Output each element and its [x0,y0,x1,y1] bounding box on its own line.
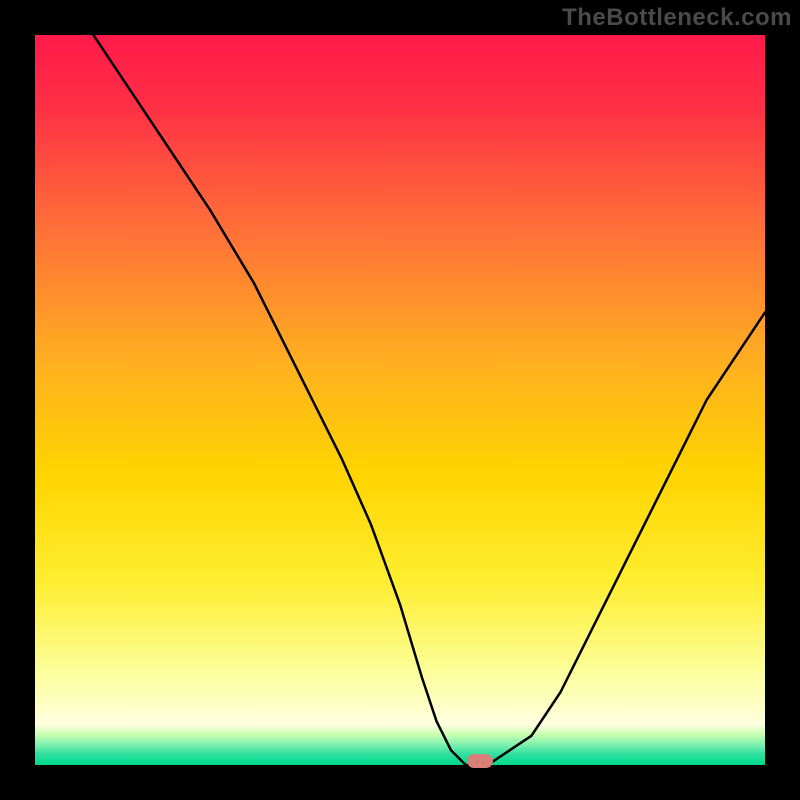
plot-area [35,35,765,765]
gradient-background [35,35,765,765]
chart-container: TheBottleneck.com [0,0,800,800]
chart-svg [35,35,765,765]
optimal-point-marker [467,754,493,768]
watermark-text: TheBottleneck.com [562,4,792,32]
